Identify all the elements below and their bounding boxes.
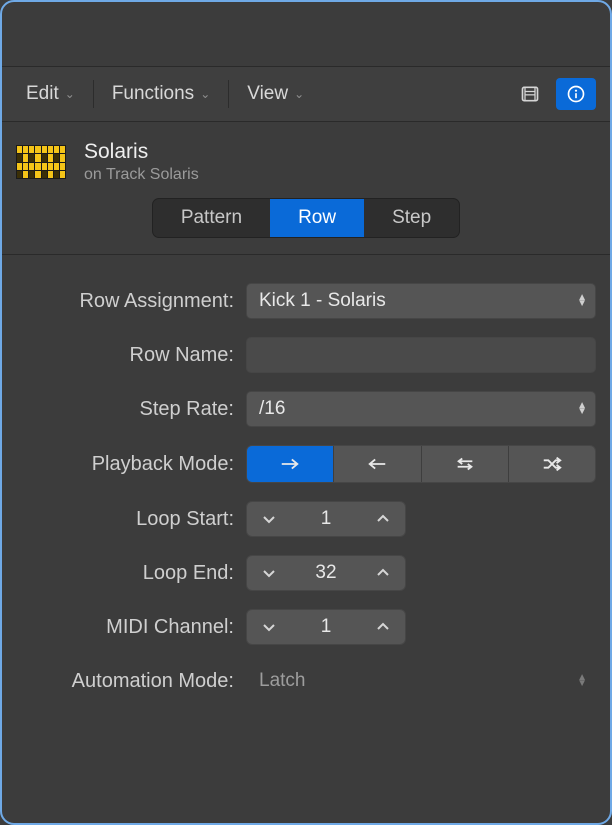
decrement-button[interactable] [247,556,291,590]
playback-mode-segmented [246,445,596,483]
step-sequencer-region-icon [16,145,66,179]
increment-button[interactable] [361,502,405,536]
step-rate-select[interactable]: /16 ▲▼ [246,391,596,427]
automation-mode-value: Latch [259,670,305,692]
loop-start-stepper[interactable]: 1 [246,501,406,537]
view-menu[interactable]: View ⌄ [237,77,314,111]
row-assignment-label: Row Assignment: [16,290,246,313]
arrow-left-icon [366,455,388,473]
decrement-button[interactable] [247,610,291,644]
arrow-right-icon [279,455,301,473]
region-title-group: Solaris on Track Solaris [84,140,199,184]
step-rate-label: Step Rate: [16,398,246,421]
playback-backward-button[interactable] [333,446,420,482]
info-button[interactable] [556,78,596,110]
stepper-arrows-icon: ▲▼ [577,403,587,415]
edit-menu[interactable]: Edit ⌄ [16,77,85,111]
decrement-button[interactable] [247,502,291,536]
chevron-up-icon [376,514,390,524]
edit-menu-label: Edit [26,83,59,105]
chevron-down-icon [262,568,276,578]
chevron-up-icon [376,568,390,578]
info-icon [566,84,586,104]
separator [228,80,229,108]
separator [93,80,94,108]
row-name-label: Row Name: [16,344,246,367]
inspector-toolbar: Edit ⌄ Functions ⌄ View ⌄ [2,66,610,122]
chevron-down-icon [262,514,276,524]
list-icon [520,84,540,104]
loop-end-label: Loop End: [16,562,246,585]
chevron-down-icon: ⌄ [200,87,210,101]
chevron-down-icon [262,622,276,632]
increment-button[interactable] [361,610,405,644]
functions-menu-label: Functions [112,83,194,105]
tab-pattern[interactable]: Pattern [153,199,270,237]
list-view-button[interactable] [510,78,550,110]
tab-row[interactable]: Row [270,199,364,237]
playback-mode-label: Playback Mode: [16,453,246,476]
row-inspector-form: Row Assignment: Kick 1 - Solaris ▲▼ Row … [2,255,610,699]
playback-forward-button[interactable] [247,446,333,482]
step-rate-value: /16 [259,398,285,420]
row-assignment-value: Kick 1 - Solaris [259,290,386,312]
chevron-down-icon: ⌄ [294,87,304,101]
stepper-arrows-icon: ▲▼ [577,295,587,307]
loop-end-stepper[interactable]: 32 [246,555,406,591]
row-name-field[interactable] [246,337,596,373]
automation-mode-label: Automation Mode: [16,670,246,693]
region-header: Solaris on Track Solaris [2,122,610,188]
loop-start-label: Loop Start: [16,508,246,531]
chevron-up-icon [376,622,390,632]
playback-pingpong-button[interactable] [421,446,508,482]
functions-menu[interactable]: Functions ⌄ [102,77,220,111]
row-assignment-select[interactable]: Kick 1 - Solaris ▲▼ [246,283,596,319]
view-menu-label: View [247,83,288,105]
playback-random-button[interactable] [508,446,595,482]
midi-channel-stepper[interactable]: 1 [246,609,406,645]
shuffle-icon [541,455,563,473]
loop-start-value: 1 [291,508,361,530]
increment-button[interactable] [361,556,405,590]
region-name: Solaris [84,140,199,164]
stepper-arrows-icon: ▲▼ [577,675,587,687]
chevron-down-icon: ⌄ [65,87,75,101]
tab-step[interactable]: Step [364,199,459,237]
region-subtitle: on Track Solaris [84,166,199,184]
automation-mode-select[interactable]: Latch ▲▼ [246,663,596,699]
midi-channel-value: 1 [291,616,361,638]
inspector-tabs: Pattern Row Step [152,198,460,238]
loop-end-value: 32 [291,562,361,584]
arrows-pingpong-icon [454,455,476,473]
midi-channel-label: MIDI Channel: [16,616,246,639]
